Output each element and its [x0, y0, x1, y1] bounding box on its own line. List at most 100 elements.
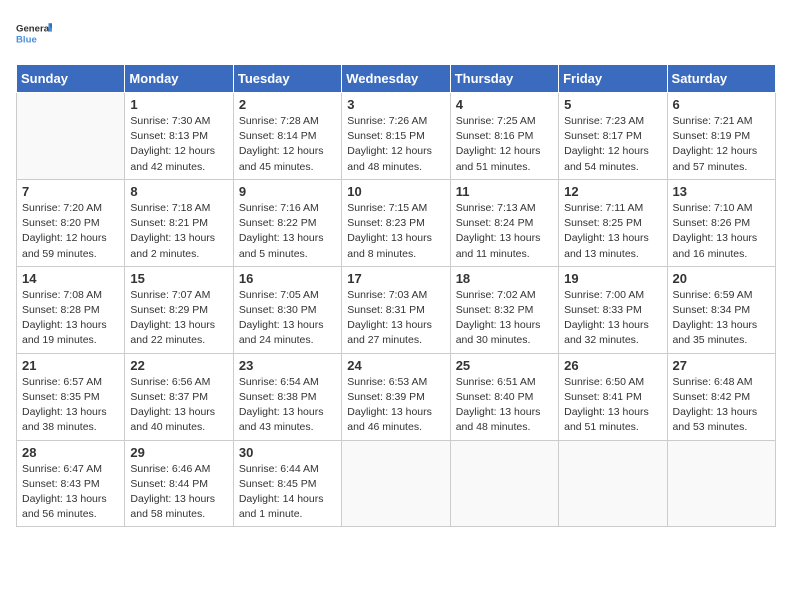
day-cell: 16Sunrise: 7:05 AM Sunset: 8:30 PM Dayli… [233, 266, 341, 353]
day-detail: Sunrise: 7:11 AM Sunset: 8:25 PM Dayligh… [564, 201, 661, 262]
day-detail: Sunrise: 7:18 AM Sunset: 8:21 PM Dayligh… [130, 201, 227, 262]
day-number: 21 [22, 358, 119, 373]
day-cell [667, 440, 775, 527]
day-number: 10 [347, 184, 444, 199]
day-cell: 24 Sunrise: 6:53 AM Sunset: 8:39 PM Dayli… [342, 353, 450, 440]
week-row-4: 21 Sunrise: 6:57 AM Sunset: 8:35 PM Dayli… [17, 353, 776, 440]
day-cell: 5 Sunrise: 7:23 AM Sunset: 8:17 PM Daylig… [559, 93, 667, 180]
day-cell: 26Sunrise: 6:50 AM Sunset: 8:41 PM Dayli… [559, 353, 667, 440]
day-cell: 2 Sunrise: 7:28 AM Sunset: 8:14 PM Daylig… [233, 93, 341, 180]
day-detail: Sunrise: 7:07 AM Sunset: 8:29 PM Dayligh… [130, 288, 227, 349]
day-number: 17 [347, 271, 444, 286]
day-detail: Sunrise: 6:59 AM Sunset: 8:34 PM Dayligh… [673, 288, 770, 349]
day-number: 23 [239, 358, 336, 373]
day-number: 11 [456, 184, 553, 199]
day-detail: Sunrise: 6:51 AM Sunset: 8:40 PM Dayligh… [456, 375, 553, 436]
day-detail: Sunrise: 6:46 AM Sunset: 8:44 PM Dayligh… [130, 462, 227, 523]
day-cell: 11 Sunrise: 7:13 AM Sunset: 8:24 PM Dayli… [450, 179, 558, 266]
week-row-1: 1 Sunrise: 7:30 AM Sunset: 8:13 PM Daylig… [17, 93, 776, 180]
day-detail: Sunrise: 6:44 AM Sunset: 8:45 PM Dayligh… [239, 462, 336, 523]
day-number: 1 [130, 97, 227, 112]
day-number: 18 [456, 271, 553, 286]
day-number: 25 [456, 358, 553, 373]
day-cell: 23 Sunrise: 6:54 AM Sunset: 8:38 PM Dayli… [233, 353, 341, 440]
day-cell: 17 Sunrise: 7:03 AM Sunset: 8:31 PM Dayli… [342, 266, 450, 353]
header-wednesday: Wednesday [342, 65, 450, 93]
day-cell: 12Sunrise: 7:11 AM Sunset: 8:25 PM Dayli… [559, 179, 667, 266]
day-detail: Sunrise: 7:20 AM Sunset: 8:20 PM Dayligh… [22, 201, 119, 262]
header-monday: Monday [125, 65, 233, 93]
calendar-header: SundayMondayTuesdayWednesdayThursdayFrid… [17, 65, 776, 93]
week-row-5: 28Sunrise: 6:47 AM Sunset: 8:43 PM Dayli… [17, 440, 776, 527]
day-number: 24 [347, 358, 444, 373]
day-detail: Sunrise: 7:21 AM Sunset: 8:19 PM Dayligh… [673, 114, 770, 175]
day-cell: 22Sunrise: 6:56 AM Sunset: 8:37 PM Dayli… [125, 353, 233, 440]
day-number: 20 [673, 271, 770, 286]
day-number: 6 [673, 97, 770, 112]
day-number: 8 [130, 184, 227, 199]
day-number: 26 [564, 358, 661, 373]
day-detail: Sunrise: 7:16 AM Sunset: 8:22 PM Dayligh… [239, 201, 336, 262]
day-detail: Sunrise: 7:02 AM Sunset: 8:32 PM Dayligh… [456, 288, 553, 349]
day-number: 29 [130, 445, 227, 460]
day-detail: Sunrise: 7:15 AM Sunset: 8:23 PM Dayligh… [347, 201, 444, 262]
day-cell [17, 93, 125, 180]
day-detail: Sunrise: 6:53 AM Sunset: 8:39 PM Dayligh… [347, 375, 444, 436]
day-detail: Sunrise: 7:30 AM Sunset: 8:13 PM Dayligh… [130, 114, 227, 175]
day-detail: Sunrise: 6:48 AM Sunset: 8:42 PM Dayligh… [673, 375, 770, 436]
day-cell: 20 Sunrise: 6:59 AM Sunset: 8:34 PM Dayli… [667, 266, 775, 353]
day-detail: Sunrise: 6:54 AM Sunset: 8:38 PM Dayligh… [239, 375, 336, 436]
header-saturday: Saturday [667, 65, 775, 93]
day-detail: Sunrise: 7:25 AM Sunset: 8:16 PM Dayligh… [456, 114, 553, 175]
day-number: 30 [239, 445, 336, 460]
week-row-3: 14Sunrise: 7:08 AM Sunset: 8:28 PM Dayli… [17, 266, 776, 353]
day-cell: 14Sunrise: 7:08 AM Sunset: 8:28 PM Dayli… [17, 266, 125, 353]
svg-text:Blue: Blue [16, 34, 37, 45]
page-header: General Blue [16, 16, 776, 52]
day-detail: Sunrise: 7:00 AM Sunset: 8:33 PM Dayligh… [564, 288, 661, 349]
day-cell: 29 Sunrise: 6:46 AM Sunset: 8:44 PM Dayli… [125, 440, 233, 527]
day-cell: 10 Sunrise: 7:15 AM Sunset: 8:23 PM Dayli… [342, 179, 450, 266]
day-number: 7 [22, 184, 119, 199]
svg-text:General: General [16, 24, 52, 35]
day-number: 22 [130, 358, 227, 373]
day-cell: 1 Sunrise: 7:30 AM Sunset: 8:13 PM Daylig… [125, 93, 233, 180]
day-number: 13 [673, 184, 770, 199]
calendar-table: SundayMondayTuesdayWednesdayThursdayFrid… [16, 64, 776, 527]
logo: General Blue [16, 16, 52, 52]
day-cell [559, 440, 667, 527]
day-cell: 7 Sunrise: 7:20 AM Sunset: 8:20 PM Daylig… [17, 179, 125, 266]
day-detail: Sunrise: 7:13 AM Sunset: 8:24 PM Dayligh… [456, 201, 553, 262]
day-cell: 9 Sunrise: 7:16 AM Sunset: 8:22 PM Daylig… [233, 179, 341, 266]
day-detail: Sunrise: 7:03 AM Sunset: 8:31 PM Dayligh… [347, 288, 444, 349]
day-detail: Sunrise: 7:28 AM Sunset: 8:14 PM Dayligh… [239, 114, 336, 175]
day-cell [450, 440, 558, 527]
day-number: 5 [564, 97, 661, 112]
day-number: 15 [130, 271, 227, 286]
day-cell: 15 Sunrise: 7:07 AM Sunset: 8:29 PM Dayli… [125, 266, 233, 353]
day-cell: 18 Sunrise: 7:02 AM Sunset: 8:32 PM Dayli… [450, 266, 558, 353]
day-cell: 30 Sunrise: 6:44 AM Sunset: 8:45 PM Dayli… [233, 440, 341, 527]
header-tuesday: Tuesday [233, 65, 341, 93]
day-cell: 4Sunrise: 7:25 AM Sunset: 8:16 PM Daylig… [450, 93, 558, 180]
day-cell: 19Sunrise: 7:00 AM Sunset: 8:33 PM Dayli… [559, 266, 667, 353]
day-number: 9 [239, 184, 336, 199]
day-number: 3 [347, 97, 444, 112]
day-cell: 27Sunrise: 6:48 AM Sunset: 8:42 PM Dayli… [667, 353, 775, 440]
day-cell: 3 Sunrise: 7:26 AM Sunset: 8:15 PM Daylig… [342, 93, 450, 180]
day-number: 28 [22, 445, 119, 460]
day-detail: Sunrise: 6:57 AM Sunset: 8:35 PM Dayligh… [22, 375, 119, 436]
header-thursday: Thursday [450, 65, 558, 93]
day-detail: Sunrise: 7:26 AM Sunset: 8:15 PM Dayligh… [347, 114, 444, 175]
day-cell: 6 Sunrise: 7:21 AM Sunset: 8:19 PM Daylig… [667, 93, 775, 180]
week-row-2: 7 Sunrise: 7:20 AM Sunset: 8:20 PM Daylig… [17, 179, 776, 266]
day-cell: 8 Sunrise: 7:18 AM Sunset: 8:21 PM Daylig… [125, 179, 233, 266]
day-cell [342, 440, 450, 527]
header-friday: Friday [559, 65, 667, 93]
day-number: 2 [239, 97, 336, 112]
day-number: 16 [239, 271, 336, 286]
day-detail: Sunrise: 7:23 AM Sunset: 8:17 PM Dayligh… [564, 114, 661, 175]
header-sunday: Sunday [17, 65, 125, 93]
day-cell: 21 Sunrise: 6:57 AM Sunset: 8:35 PM Dayli… [17, 353, 125, 440]
day-detail: Sunrise: 7:10 AM Sunset: 8:26 PM Dayligh… [673, 201, 770, 262]
